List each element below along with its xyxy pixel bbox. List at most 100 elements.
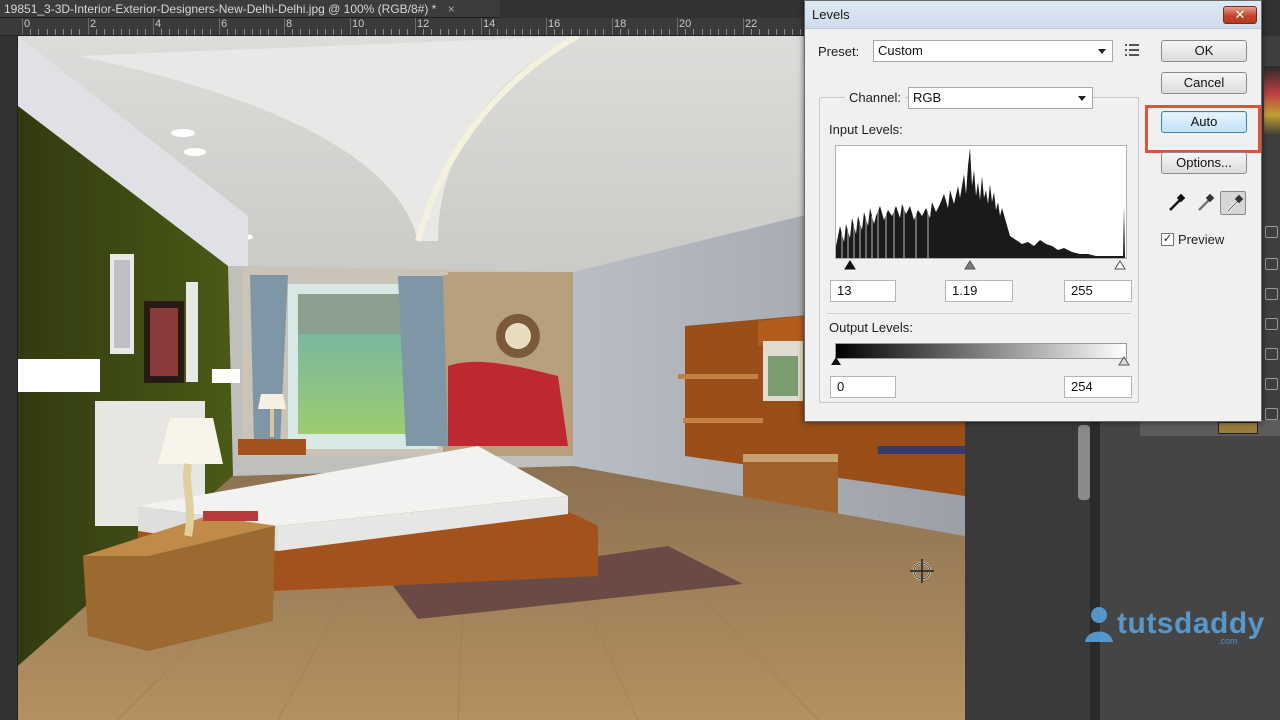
panel-header xyxy=(1262,0,1280,36)
input-gamma-field[interactable]: 1.19 xyxy=(945,280,1013,302)
ruler-minor-tick xyxy=(194,29,195,35)
white-eyedropper-icon[interactable] xyxy=(1220,191,1246,215)
input-white-field[interactable]: 255 xyxy=(1064,280,1132,302)
ruler-minor-tick xyxy=(734,29,735,35)
channel-dropdown[interactable]: RGB xyxy=(908,87,1093,109)
ruler-major-tick xyxy=(481,18,482,35)
ruler-minor-tick xyxy=(776,29,777,35)
ruler-minor-tick xyxy=(71,29,72,35)
output-white-handle xyxy=(1118,356,1130,366)
layer-row[interactable] xyxy=(1140,420,1280,436)
ruler-minor-tick xyxy=(260,29,261,35)
input-black-value: 13 xyxy=(837,283,852,298)
ruler-minor-tick xyxy=(759,29,760,35)
ruler-minor-tick xyxy=(506,29,507,35)
input-levels-slider[interactable] xyxy=(835,259,1127,271)
document-tab-title: 19851_3-3D-Interior-Exterior-Designers-N… xyxy=(4,2,437,16)
preview-label: Preview xyxy=(1178,232,1225,247)
preset-value: Custom xyxy=(878,43,923,58)
panel-tool-icon[interactable] xyxy=(1265,258,1278,270)
ruler-minor-tick xyxy=(145,29,146,35)
ruler-minor-tick xyxy=(718,29,719,35)
ruler-minor-tick xyxy=(268,29,269,35)
dialog-title-bar[interactable]: Levels ✕ xyxy=(805,1,1261,29)
input-gamma-value: 1.19 xyxy=(952,283,978,298)
ruler-minor-tick xyxy=(554,29,555,35)
ruler-minor-tick xyxy=(300,29,301,35)
ruler-minor-tick xyxy=(399,29,400,35)
channel-value: RGB xyxy=(913,90,942,105)
ruler-minor-tick xyxy=(186,29,187,35)
output-black-field[interactable]: 0 xyxy=(830,376,896,398)
ruler-minor-tick xyxy=(79,29,80,35)
ruler-minor-tick xyxy=(693,29,694,35)
gray-eyedropper-icon[interactable] xyxy=(1192,191,1218,215)
ruler-minor-tick xyxy=(530,29,531,35)
close-dialog-button[interactable]: ✕ xyxy=(1223,6,1257,24)
person-logo-icon xyxy=(1077,604,1117,644)
ruler-major-tick xyxy=(350,18,351,35)
check-icon: ✓ xyxy=(1162,233,1173,245)
photoshop-workspace: 19851_3-3D-Interior-Exterior-Designers-N… xyxy=(0,0,1280,720)
channel-label: Channel: xyxy=(845,90,906,105)
ruler-minor-tick xyxy=(252,29,253,35)
preview-checkbox[interactable]: ✓ xyxy=(1161,233,1174,246)
black-point-handle xyxy=(844,260,856,270)
document-tab[interactable]: 19851_3-3D-Interior-Exterior-Designers-N… xyxy=(0,0,500,18)
ruler-minor-tick xyxy=(47,29,48,35)
chevron-down-icon xyxy=(1098,49,1106,54)
ruler-minor-tick xyxy=(514,29,515,35)
ruler-minor-tick xyxy=(333,29,334,35)
panel-tool-icon[interactable] xyxy=(1265,226,1278,238)
ok-button[interactable]: OK xyxy=(1161,40,1247,62)
panel-tool-icon[interactable] xyxy=(1265,288,1278,300)
input-levels-label: Input Levels: xyxy=(829,122,903,137)
panel-tool-icon[interactable] xyxy=(1265,348,1278,360)
ruler-minor-tick xyxy=(726,29,727,35)
levels-dialog: Levels ✕ Preset: Custom Channel: RGB Inp… xyxy=(804,0,1262,422)
ruler-minor-tick xyxy=(800,29,801,35)
output-black-value: 0 xyxy=(837,379,845,394)
ruler-minor-tick xyxy=(366,29,367,35)
output-levels-slider[interactable] xyxy=(830,355,1132,367)
options-button[interactable]: Options... xyxy=(1161,152,1247,174)
ruler-minor-tick xyxy=(472,29,473,35)
ruler-minor-tick xyxy=(792,29,793,35)
ruler-minor-tick xyxy=(661,29,662,35)
ruler-minor-tick xyxy=(30,29,31,35)
preset-dropdown[interactable]: Custom xyxy=(873,40,1113,62)
layers-panel[interactable] xyxy=(1100,420,1280,720)
ruler-minor-tick xyxy=(702,29,703,35)
input-black-field[interactable]: 13 xyxy=(830,280,896,302)
output-white-field[interactable]: 254 xyxy=(1064,376,1132,398)
cancel-button[interactable]: Cancel xyxy=(1161,72,1247,94)
ruler-minor-tick xyxy=(407,29,408,35)
ruler-minor-tick xyxy=(63,29,64,35)
auto-button[interactable]: Auto xyxy=(1161,111,1247,133)
ruler-minor-tick xyxy=(375,29,376,35)
ruler-minor-tick xyxy=(391,29,392,35)
ruler-minor-tick xyxy=(244,29,245,35)
ok-button-label: OK xyxy=(1194,43,1214,58)
ruler-minor-tick xyxy=(210,29,211,35)
ruler-minor-tick xyxy=(620,29,621,35)
panel-tool-icon[interactable] xyxy=(1265,318,1278,330)
ruler-minor-tick xyxy=(522,29,523,35)
input-white-value: 255 xyxy=(1071,283,1093,298)
cancel-button-label: Cancel xyxy=(1183,75,1225,90)
panel-tool-icon[interactable] xyxy=(1265,378,1278,390)
ruler-minor-tick xyxy=(325,29,326,35)
ruler-minor-tick xyxy=(603,29,604,35)
ruler-minor-tick xyxy=(341,29,342,35)
vertical-ruler[interactable] xyxy=(0,36,18,720)
ruler-major-tick xyxy=(88,18,89,35)
vertical-scrollbar[interactable] xyxy=(1078,425,1090,500)
panel-tool-icon[interactable] xyxy=(1265,408,1278,420)
preset-options-icon[interactable] xyxy=(1125,44,1139,56)
black-eyedropper-icon[interactable] xyxy=(1163,191,1189,215)
close-tab-icon[interactable]: × xyxy=(448,0,455,18)
ruler-minor-tick xyxy=(317,29,318,35)
ruler-major-tick xyxy=(22,18,23,35)
layer-thumbnail[interactable] xyxy=(1218,422,1258,434)
horizontal-ruler[interactable]: 024681012141618202224 xyxy=(0,18,805,36)
